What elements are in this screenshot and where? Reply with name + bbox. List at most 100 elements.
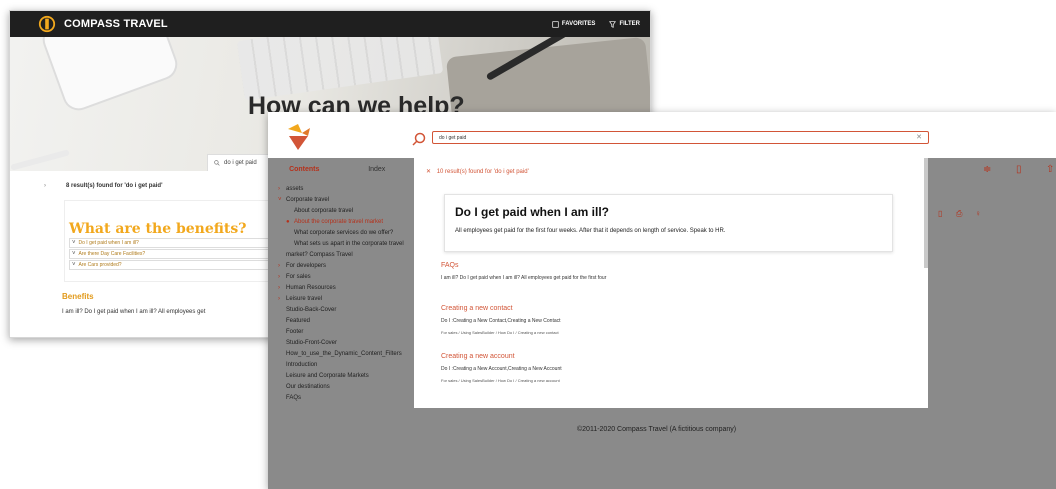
sidebar-item-label: About the corporate travel market <box>294 219 384 225</box>
result-item[interactable]: Creating a new contact Do I :Creating a … <box>441 305 561 335</box>
tab-index[interactable]: Index <box>341 162 414 178</box>
answer-card-title: What are the benefits? <box>69 221 247 237</box>
sidebar-tabs: Contents Index <box>268 162 413 178</box>
sidebar-item-label: Our destinations <box>286 384 330 390</box>
answer-card: Do I get paid when I am ill? All employe… <box>444 194 893 252</box>
sidebar-item[interactable]: Introduction <box>268 360 418 371</box>
result-title[interactable]: Creating a new account <box>441 353 562 360</box>
sidebar-item[interactable]: What corporate services do we offer? <box>268 228 418 239</box>
sidebar-item[interactable]: › For developers <box>268 261 418 272</box>
result-item[interactable]: FAQs I am ill? Do I get paid when I am i… <box>441 262 606 281</box>
bullet-icon: ● <box>286 219 290 225</box>
sidebar-item[interactable]: › Leisure travel <box>268 294 418 305</box>
sidebar-item[interactable]: What sets us apart in the corporate trav… <box>268 239 418 261</box>
sidebar-item-label: How_to_use_the_Dynamic_Content_Filters <box>286 351 402 357</box>
sidebar-item-label: FAQs <box>286 395 302 401</box>
sort-icon[interactable]: ≑ <box>983 164 991 175</box>
filter-label: FILTER <box>619 21 640 27</box>
search-icon[interactable] <box>412 132 426 146</box>
scrollbar[interactable] <box>924 158 928 268</box>
sidebar-item[interactable]: ˅ Corporate travel <box>268 195 418 206</box>
search-value: do i get paid <box>224 160 257 166</box>
search-value: do i get paid <box>439 134 467 141</box>
chevron-right-icon: › <box>278 263 280 269</box>
bookmark-icon[interactable]: ▯ <box>1016 164 1022 175</box>
sidebar-item[interactable]: About corporate travel <box>268 206 418 217</box>
sidebar-item[interactable]: Our destinations <box>268 382 418 393</box>
sidebar-item[interactable]: › assets <box>268 184 418 195</box>
result-snippet: I am ill? Do I get paid when I am ill? A… <box>441 275 607 281</box>
chevron-right-icon: › <box>278 285 280 291</box>
bookmark-icon[interactable]: ▯ <box>938 209 942 218</box>
result-title[interactable]: Creating a new contact <box>441 305 561 312</box>
answer-card: What are the benefits? ˅ Do I get paid wh… <box>64 200 284 282</box>
sidebar-item-label: Footer <box>286 329 304 335</box>
sidebar-item-label: Corporate travel <box>286 197 330 203</box>
result-breadcrumb: For sales / Using SalesBuilder / How Do … <box>441 378 560 383</box>
chevron-down-icon: ˅ <box>278 197 282 203</box>
chevron-right-icon: › <box>278 296 280 302</box>
lightbulb-icon[interactable]: ♀ <box>975 209 981 218</box>
brand-name: COMPASS TRAVEL <box>64 18 168 30</box>
sidebar-item[interactable]: › Human Resources <box>268 283 418 294</box>
search-results-panel: ✕ 10 result(s) found for 'do i get paid'… <box>414 158 928 408</box>
sidebar-item-label: assets <box>286 186 304 192</box>
result-item[interactable]: Creating a new account Do I :Creating a … <box>441 353 562 383</box>
compass-logo-icon <box>38 15 56 33</box>
result-snippet: Do I :Creating a New Contact,Creating a … <box>441 318 561 324</box>
result-snippet: Do I :Creating a New Account,Creating a … <box>441 366 562 372</box>
sidebar-item-label: About corporate travel <box>294 208 354 214</box>
result-snippet: I am ill? Do I get paid when I am ill? A… <box>62 309 206 315</box>
sidebar-item[interactable]: Studio-Back-Cover <box>268 305 418 316</box>
answer-title: Do I get paid when I am ill? <box>455 205 610 219</box>
close-icon[interactable]: ✕ <box>916 133 922 141</box>
filter-button[interactable]: FILTER <box>609 20 640 28</box>
sidebar-item-label: Leisure and Corporate Markets <box>286 373 369 379</box>
chevron-down-icon: ˅ <box>72 240 76 246</box>
chevron-right-icon: › <box>44 183 46 189</box>
favorites-label: FAVORITES <box>561 21 596 27</box>
search-input[interactable]: do i get paid ✕ <box>432 131 929 144</box>
result-title[interactable]: Benefits <box>62 292 94 301</box>
back-topbar-actions: FAVORITES FILTER <box>552 20 640 28</box>
copyright: ©2011-2020 Compass Travel (A fictitious … <box>577 426 737 433</box>
sidebar-item-label: Leisure travel <box>286 296 323 302</box>
front-header: do i get paid ✕ <box>268 112 1056 158</box>
sidebar-item-label: Human Resources <box>286 285 336 291</box>
share-icon[interactable]: ⇧ <box>1046 164 1054 175</box>
sidebar-item[interactable]: › For sales <box>268 272 418 283</box>
sidebar-item[interactable]: FAQs <box>268 393 418 404</box>
print-icon[interactable]: ⎙ <box>956 209 962 219</box>
faq-row[interactable]: ˅ Are Cars provided? <box>69 260 279 270</box>
favorites-button[interactable]: FAVORITES <box>552 20 596 28</box>
sidebar-item-label: Studio-Back-Cover <box>286 307 337 313</box>
tab-contents[interactable]: Contents <box>268 162 341 178</box>
sidebar-item-label: What sets us apart in the corporate trav… <box>286 241 404 258</box>
faq-row[interactable]: ˅ Are there Day Care Facilities? <box>69 249 279 259</box>
compass-logo-icon <box>288 124 310 150</box>
results-count: › 8 result(s) found for 'do i get paid' <box>44 183 163 189</box>
result-breadcrumb: For sales / Using SalesBuilder / How Do … <box>441 330 559 335</box>
faq-row[interactable]: ˅ Do I get paid when I am ill? <box>69 238 279 248</box>
sidebar-item-label: Studio-Front-Cover <box>286 340 338 346</box>
sidebar-item[interactable]: How_to_use_the_Dynamic_Content_Filters <box>268 349 418 360</box>
sidebar-item-label: For developers <box>286 263 327 269</box>
sidebar-item-label: Featured <box>286 318 311 324</box>
sidebar-item[interactable]: Studio-Front-Cover <box>268 338 418 349</box>
filter-icon <box>609 20 617 28</box>
hero-phone-image <box>38 37 182 115</box>
favorites-icon <box>552 20 559 28</box>
sidebar-item[interactable]: Footer <box>268 327 418 338</box>
search-icon <box>214 160 220 166</box>
sidebar-item[interactable]: Leisure and Corporate Markets <box>268 371 418 382</box>
sidebar-item[interactable]: ● About the corporate travel market <box>268 217 418 228</box>
results-count: ✕ 10 result(s) found for 'do i get paid' <box>426 169 529 175</box>
chevron-right-icon: › <box>278 274 280 280</box>
sidebar-item[interactable]: Featured <box>268 316 418 327</box>
chevron-down-icon: ˅ <box>72 251 76 257</box>
sidebar-item-label: For sales <box>286 274 311 280</box>
chevron-down-icon: ˅ <box>72 262 76 268</box>
result-title[interactable]: FAQs <box>441 262 606 269</box>
close-icon[interactable]: ✕ <box>426 169 431 175</box>
sidebar-item-label: What corporate services do we offer? <box>294 230 394 236</box>
